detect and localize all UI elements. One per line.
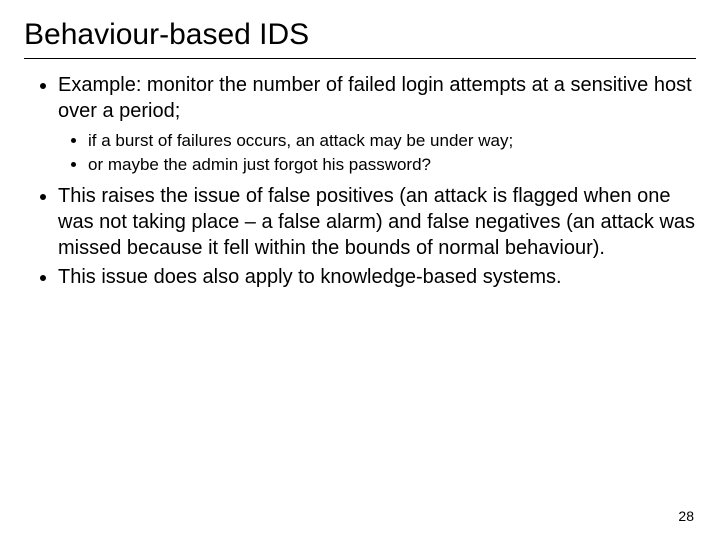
list-item: This issue does also apply to knowledge-… [58, 265, 696, 291]
page-number: 28 [678, 508, 694, 524]
slide: Behaviour-based IDS Example: monitor the… [0, 0, 720, 540]
bullet-list: Example: monitor the number of failed lo… [24, 73, 696, 291]
title-divider [24, 58, 696, 59]
slide-title: Behaviour-based IDS [24, 18, 696, 52]
list-item: This raises the issue of false positives… [58, 184, 696, 261]
bullet-text: Example: monitor the number of failed lo… [58, 74, 692, 122]
sub-bullet-list: if a burst of failures occurs, an attack… [58, 130, 696, 176]
list-item: if a burst of failures occurs, an attack… [88, 130, 696, 152]
list-item: or maybe the admin just forgot his passw… [88, 154, 696, 176]
list-item: Example: monitor the number of failed lo… [58, 73, 696, 176]
